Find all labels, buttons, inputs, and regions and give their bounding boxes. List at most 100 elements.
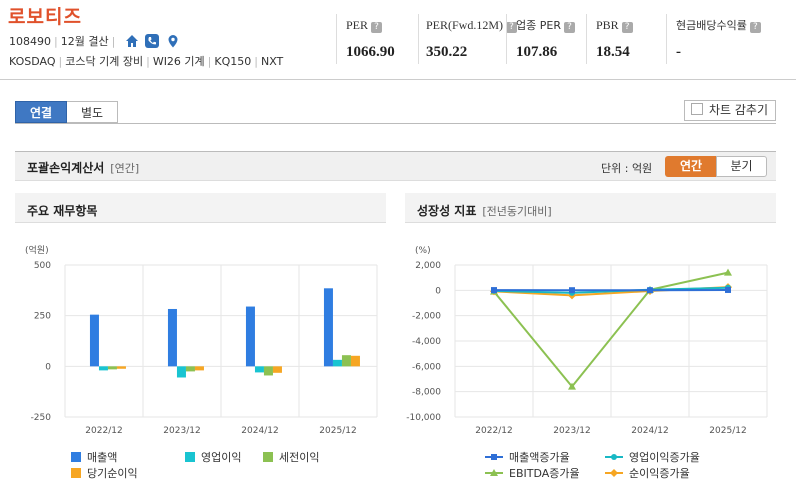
- hide-chart-label: 차트 감추기: [709, 103, 769, 117]
- quarterly-button[interactable]: 분기: [716, 156, 767, 177]
- bar-당기순이익-2022/12: [116, 366, 126, 369]
- x-tick-label: 2022/12: [85, 426, 122, 436]
- checkbox-icon: [691, 103, 703, 115]
- divider: [336, 14, 337, 64]
- y-tick-label: 500: [34, 261, 51, 271]
- hide-chart-button[interactable]: 차트 감추기: [684, 100, 776, 121]
- panel-title-main-items: 주요 재무항목: [27, 204, 98, 218]
- bar-매출액-2022/12: [89, 314, 99, 367]
- market-tag: NXT: [260, 55, 284, 68]
- x-tick-label: 2025/12: [319, 426, 356, 436]
- indicator-pbr: PBR? 18.54: [596, 14, 633, 61]
- market-tag: KQ150: [214, 55, 252, 68]
- indicator-label: 업종 PER: [516, 19, 561, 32]
- section-title-text: 포괄손익계산서: [27, 161, 105, 175]
- y-unit-label: (%): [415, 246, 431, 256]
- divider: [586, 14, 587, 64]
- legend-label: 순이익증가율: [629, 467, 690, 480]
- bar-세전이익-2022/12: [107, 366, 117, 370]
- bar-당기순이익-2023/12: [194, 366, 204, 371]
- company-info-line: 108490 | 12월 결산 |: [9, 33, 180, 49]
- location-pin-icon[interactable]: [166, 34, 180, 48]
- bar-영업이익-2025/12: [332, 359, 342, 367]
- financial-items-bar-chart: (억원) 500 250 0 -250 2022/12 2023/12 2024/12 2025…: [25, 244, 378, 480]
- x-tick-label: 2023/12: [163, 426, 200, 436]
- divider: [666, 14, 667, 64]
- indicator-value: 18.54: [596, 44, 630, 60]
- unit-label: 단위 : 억원: [601, 162, 653, 175]
- bar-영업이익-2023/12: [176, 366, 186, 378]
- bar-세전이익-2023/12: [185, 366, 195, 372]
- bar-매출액-2024/12: [245, 306, 255, 367]
- legend-swatch: [71, 468, 81, 478]
- legend-label: 매출액: [87, 451, 117, 464]
- bar-세전이익-2024/12: [263, 366, 273, 376]
- y-tick-label: 250: [34, 312, 51, 322]
- company-name: 로보티즈: [8, 6, 82, 28]
- point-매출액증가율-2022/12: [491, 287, 497, 294]
- tab-separate[interactable]: 별도: [67, 101, 118, 123]
- legend-swatch: [71, 452, 81, 462]
- x-tick-label: 2023/12: [553, 426, 590, 436]
- settlement-month: 12월 결산: [60, 35, 109, 48]
- indicator-label: PER(Fwd.12M): [426, 18, 504, 32]
- help-icon[interactable]: ?: [563, 22, 575, 33]
- section-period-tag: [연간]: [110, 162, 140, 175]
- indicator-industry-per: 업종 PER? 107.86: [516, 14, 575, 61]
- legend-label: EBITDA증가율: [509, 467, 580, 480]
- help-icon[interactable]: ?: [749, 22, 761, 33]
- point-매출액증가율-2023/12: [569, 287, 575, 294]
- legend-swatch: [263, 452, 273, 462]
- indicator-value: 1066.90: [346, 44, 395, 60]
- legend-marker: [491, 454, 497, 460]
- y-tick-label: -250: [31, 413, 52, 423]
- legend-label: 당기순이익: [87, 467, 138, 480]
- x-tick-label: 2025/12: [709, 426, 746, 436]
- bar-세전이익-2025/12: [341, 355, 351, 367]
- tab-consolidated[interactable]: 연결: [15, 101, 67, 123]
- indicator-label: PBR: [596, 18, 619, 32]
- point-EBITDA증가율-2025/12: [724, 268, 732, 276]
- tab-underline: [15, 123, 776, 124]
- indicator-dividend-yield: 현금배당수익률? -: [676, 14, 761, 61]
- market-tag: WI26 기계: [152, 55, 205, 68]
- indicator-per-fwd: PER(Fwd.12M)? 350.22: [426, 14, 518, 61]
- point-매출액증가율-2025/12: [725, 286, 731, 293]
- x-tick-label: 2022/12: [475, 426, 512, 436]
- divider: [506, 14, 507, 64]
- market-tag: 코스닥 기계 장비: [65, 55, 144, 68]
- y-unit-label: (억원): [25, 244, 49, 256]
- home-icon[interactable]: [125, 34, 139, 48]
- stock-code: 108490: [9, 35, 51, 48]
- section-title: 포괄손익계산서 [연간]: [27, 159, 139, 176]
- legend-label: 세전이익: [279, 451, 319, 464]
- y-tick-label: -2,000: [412, 312, 441, 322]
- phone-icon[interactable]: [145, 34, 160, 48]
- panel-title-growth: 성장성 지표 [전년동기대비]: [417, 202, 552, 219]
- y-tick-label: -6,000: [412, 362, 441, 372]
- bar-매출액-2023/12: [167, 308, 177, 367]
- indicator-label: PER: [346, 18, 369, 32]
- y-tick-label: 0: [45, 362, 51, 372]
- y-tick-label: 0: [435, 286, 441, 296]
- bar-매출액-2025/12: [323, 288, 333, 367]
- market-tag: KOSDAQ: [9, 55, 56, 68]
- y-tick-label: 2,000: [415, 261, 441, 271]
- bar-영업이익-2022/12: [98, 366, 108, 371]
- help-icon[interactable]: ?: [621, 22, 633, 33]
- bar-영업이익-2024/12: [254, 366, 264, 373]
- legend-marker: [610, 469, 618, 477]
- y-tick-label: -4,000: [412, 337, 441, 347]
- bar-당기순이익-2024/12: [272, 366, 282, 373]
- help-icon[interactable]: ?: [371, 22, 383, 33]
- x-tick-label: 2024/12: [631, 426, 668, 436]
- indicator-per: PER? 1066.90: [346, 14, 395, 61]
- annual-button[interactable]: 연간: [665, 156, 717, 177]
- legend-marker: [611, 454, 617, 460]
- point-매출액증가율-2024/12: [647, 287, 653, 294]
- header-divider: [0, 79, 796, 80]
- market-tags: KOSDAQ | 코스닥 기계 장비 | WI26 기계 | KQ150 | NXT: [9, 55, 284, 68]
- legend-label: 영업이익: [201, 451, 241, 464]
- divider: [418, 14, 419, 64]
- legend-label: 영업이익증가율: [629, 451, 700, 464]
